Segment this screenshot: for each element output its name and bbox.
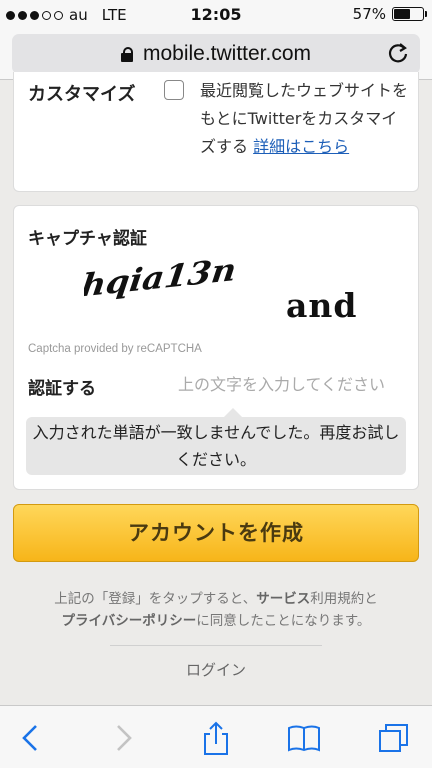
captcha-card: キャプチャ認証 hqia13n and Captcha provided by … [13,205,419,490]
customize-label: カスタマイズ [28,84,136,105]
captcha-title: キャプチャ認証 [28,229,147,249]
reload-glyph [388,43,408,63]
divider [110,645,322,646]
captcha-input[interactable]: 上の文字を入力してください [166,370,408,400]
create-account-button[interactable]: アカウントを作成 [13,504,419,562]
url-text: mobile.twitter.com [142,42,312,65]
terms-prefix: 上記の「登録」をタップすると、 [54,591,257,607]
captcha-word1: hqia13n [84,251,238,304]
battery-icon [392,7,427,21]
status-right: 57% [352,5,427,23]
address-bar[interactable]: mobile.twitter.com [12,34,420,74]
status-bar: au LTE 12:05 57% [0,0,432,30]
terms-middle: 利用規約と [310,591,378,607]
captcha-word2: and [286,286,358,325]
lock-icon [120,47,133,62]
share-icon[interactable] [198,720,234,756]
captcha-input-label: 認証する [28,379,96,399]
reload-icon[interactable] [386,42,410,66]
terms-notice: 上記の「登録」をタップすると、サービス利用規約と プライバシーポリシーに同意した… [0,588,432,632]
url-display[interactable]: mobile.twitter.com [12,42,420,66]
customize-checkbox[interactable] [164,80,184,100]
privacy-policy-link[interactable]: プライバシーポリシー [62,613,197,629]
customize-description: 最近閲覧したウェブサイトをもとにTwitterをカスタマイズする 詳細はこちら [200,77,412,161]
bookmarks-icon[interactable] [286,720,322,756]
customize-card: カスタマイズ 最近閲覧したウェブサイトをもとにTwitterをカスタマイズする … [13,72,419,192]
tabs-icon[interactable] [376,720,412,756]
browser-toolbar [0,705,432,768]
battery-percent: 57% [352,5,386,23]
terms-suffix: に同意したことになります。 [196,613,371,629]
captcha-image: hqia13n [84,251,238,304]
login-link[interactable]: ログイン [0,659,432,680]
back-icon[interactable] [12,720,48,756]
services-link[interactable]: サービス [256,591,310,607]
forward-icon[interactable] [106,720,142,756]
captcha-provider: Captcha provided by reCAPTCHA [28,343,202,355]
captcha-error-message: 入力された単語が一致しませんでした。再度お試しください。 [26,408,406,475]
details-link[interactable]: 詳細はこちら [253,137,349,156]
